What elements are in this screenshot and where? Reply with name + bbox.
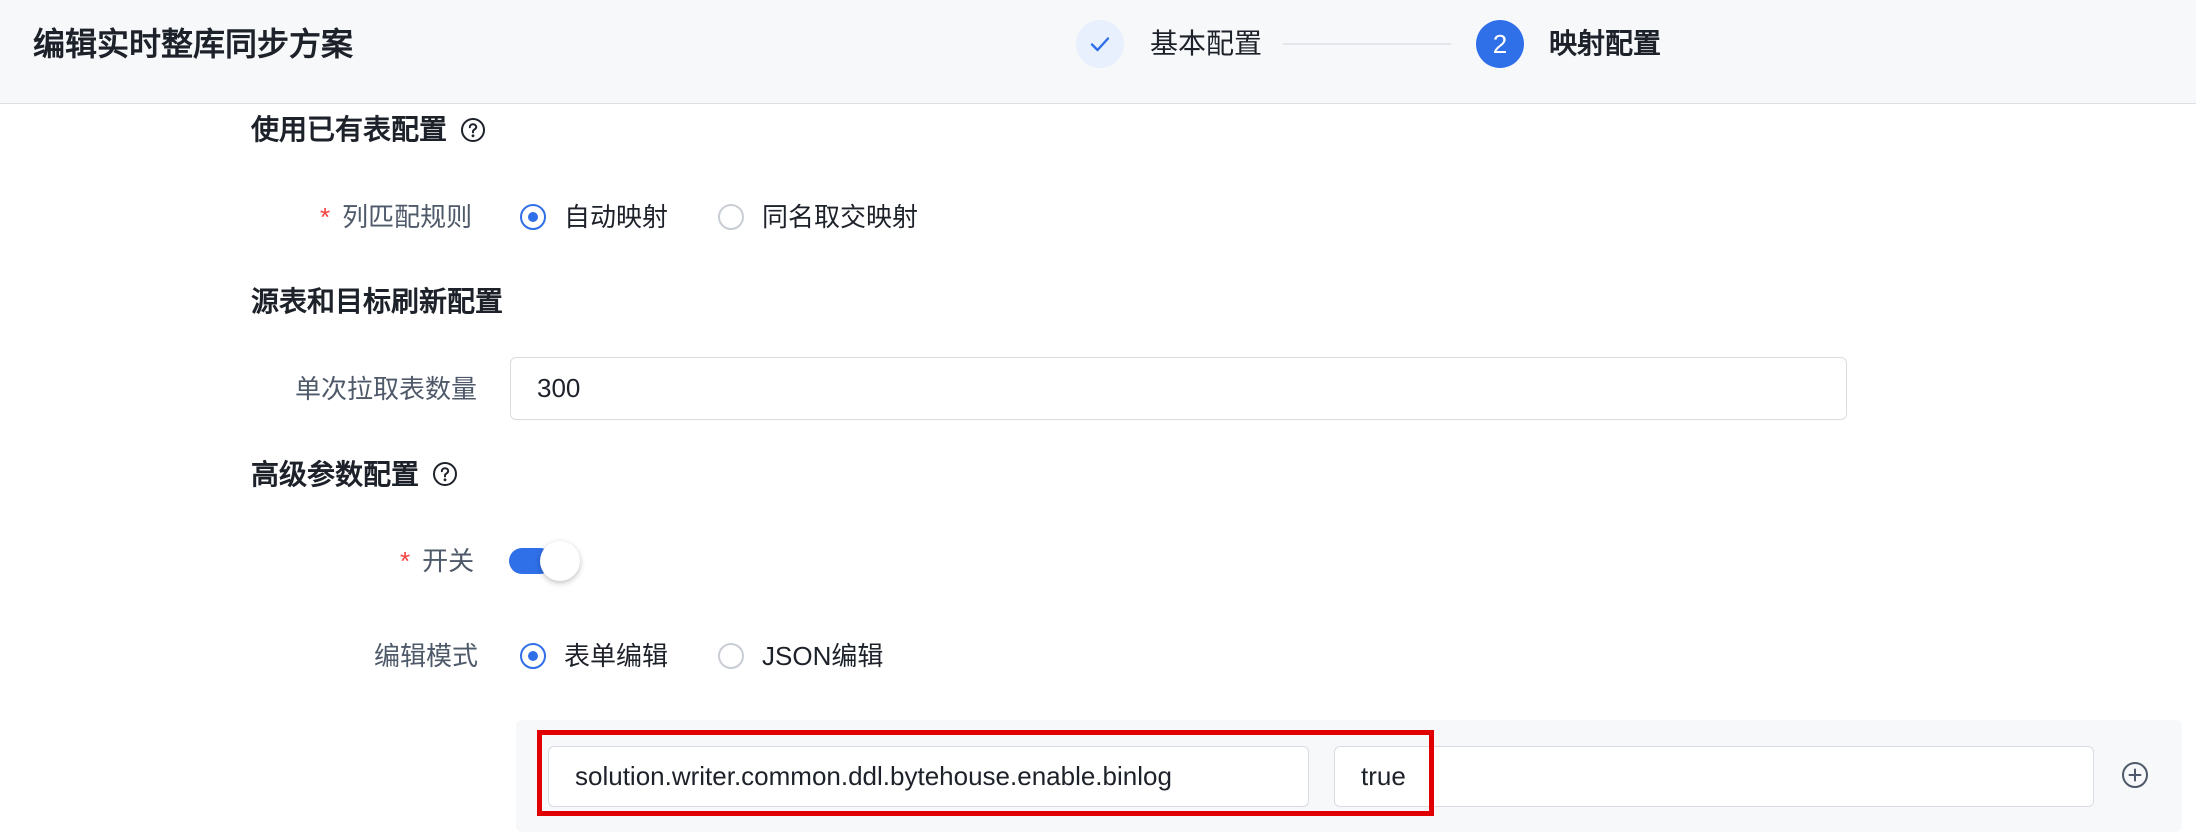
radio-auto-mapping-label[interactable]: 自动映射 [564, 197, 668, 237]
check-icon [1090, 37, 1110, 52]
radio-json-edit-label[interactable]: JSON编辑 [762, 636, 883, 676]
section-advanced-title: 高级参数配置 [251, 459, 420, 490]
page-header: 编辑实时整库同步方案 基本配置 2 映射配置 [0, 0, 2196, 104]
page-title: 编辑实时整库同步方案 [33, 26, 354, 62]
step-basic-config-check-icon[interactable] [1076, 20, 1124, 68]
radio-form-edit-label[interactable]: 表单编辑 [564, 636, 668, 676]
edit-mode-label: 编辑模式 [374, 641, 479, 671]
highlight-annotation-box [537, 730, 1434, 816]
section-refresh-title: 源表和目标刷新配置 [251, 286, 504, 317]
radio-same-name-mapping-label[interactable]: 同名取交映射 [762, 197, 918, 237]
toggle-knob[interactable] [540, 541, 580, 581]
required-mark: * [400, 546, 411, 576]
batch-size-label: 单次拉取表数量 [295, 374, 478, 404]
section-existing-table-title: 使用已有表配置 [251, 114, 448, 145]
column-rule-label-text: 列匹配规则 [342, 202, 473, 232]
add-circle-icon[interactable] [2120, 760, 2150, 790]
column-rule-label: * 列匹配规则 [320, 197, 472, 237]
param-value-input[interactable]: true [1334, 746, 2094, 807]
radio-json-edit[interactable] [718, 643, 744, 669]
required-mark: * [320, 202, 331, 232]
step-connector-line [1283, 43, 1451, 45]
switch-label: * 开关 [400, 541, 474, 581]
help-icon[interactable] [432, 461, 458, 487]
step-mapping-config-number[interactable]: 2 [1476, 20, 1524, 68]
radio-form-edit[interactable] [520, 643, 546, 669]
radio-auto-mapping[interactable] [520, 204, 546, 230]
help-icon[interactable] [460, 117, 486, 143]
radio-same-name-mapping[interactable] [718, 204, 744, 230]
switch-label-text: 开关 [422, 546, 475, 576]
step-basic-config-label[interactable]: 基本配置 [1150, 24, 1262, 64]
step-mapping-config-label[interactable]: 映射配置 [1549, 24, 1661, 64]
batch-size-input[interactable]: 300 [510, 357, 1847, 420]
